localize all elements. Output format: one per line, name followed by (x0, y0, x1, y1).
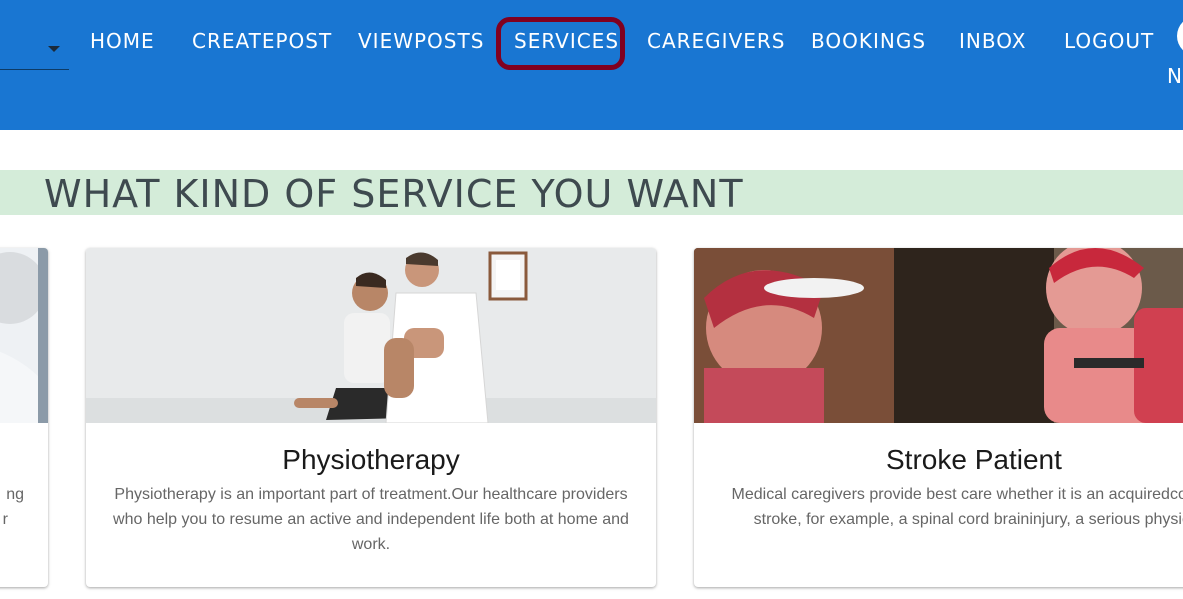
card-text-fragment: ng (6, 486, 24, 503)
nav-link-createpost[interactable]: CREATEPOST (192, 28, 332, 54)
nav-link-caregivers[interactable]: CAREGIVERS (647, 28, 786, 54)
card-image (0, 248, 48, 423)
nav-link-home[interactable]: HOME (90, 28, 155, 54)
card-text-fragment: r (2, 511, 8, 528)
card-image-stroke-patient (694, 248, 1183, 423)
top-navbar: HOME CREATEPOST VIEWPOSTS SERVICES CAREG… (0, 0, 1183, 130)
nav-link-logout[interactable]: LOGOUT (1064, 28, 1154, 54)
nav-link-inbox[interactable]: INBOX (959, 28, 1026, 54)
nav-dropdown[interactable] (0, 33, 69, 70)
service-card-partial[interactable]: ng r (0, 248, 48, 587)
card-title: Stroke Patient (886, 444, 1062, 475)
user-name-initial: N (1167, 64, 1182, 88)
caret-down-icon (48, 46, 60, 52)
nav-link-bookings[interactable]: BOOKINGS (811, 28, 926, 54)
nav-link-viewposts[interactable]: VIEWPOSTS (358, 28, 484, 54)
card-description: Physiotherapy is an important part of tr… (113, 486, 629, 553)
card-image-physiotherapy (86, 248, 656, 423)
service-card-physiotherapy[interactable]: Physiotherapy Physiotherapy is an import… (86, 248, 656, 587)
avatar[interactable] (1177, 16, 1183, 56)
service-card-stroke-patient[interactable]: Stroke Patient Medical caregivers provid… (694, 248, 1183, 587)
nav-link-services[interactable]: SERVICES (514, 28, 619, 54)
page-title: WHAT KIND OF SERVICE YOU WANT (44, 172, 744, 216)
card-title: Physiotherapy (282, 444, 460, 475)
card-description: Medical caregivers provide best care whe… (731, 486, 1183, 528)
